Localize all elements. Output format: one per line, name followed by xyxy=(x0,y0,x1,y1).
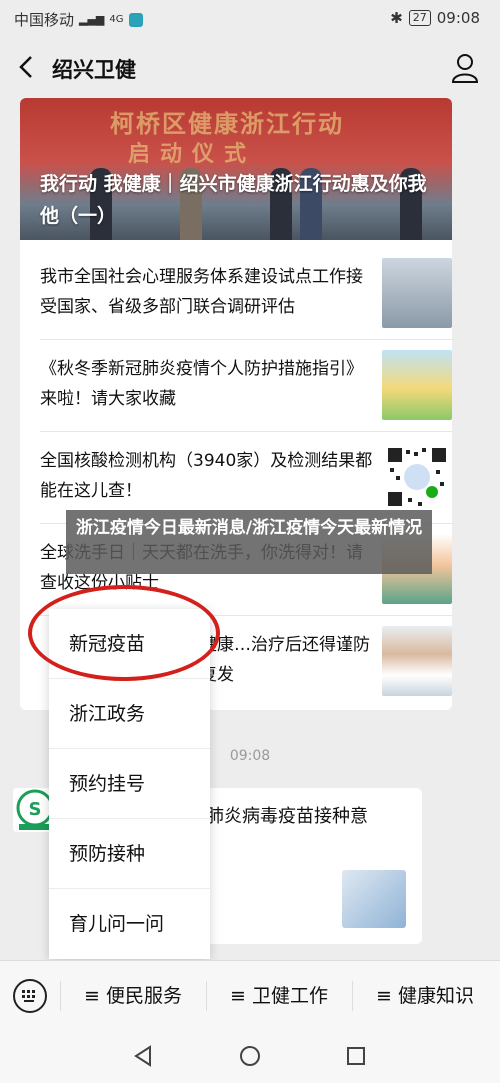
article-title: 我市全国社会心理服务体系建设试点工作接受国家、省级多部门联合调研评估 xyxy=(40,267,363,317)
clock: 09:08 xyxy=(436,9,480,27)
divider xyxy=(60,981,61,1011)
banner-background-text-2: 启动仪式 xyxy=(128,142,257,167)
message-thumbnail xyxy=(342,870,406,928)
article-item[interactable]: 《秋冬季新冠肺炎疫情个人防护措施指引》来啦！请大家收藏 xyxy=(40,340,452,432)
qr-code-icon xyxy=(382,442,452,512)
keyboard-icon[interactable] xyxy=(13,979,47,1013)
menu-tab-citizen-services[interactable]: ≡ 便民服务 xyxy=(84,981,182,1008)
page-title: 绍兴卫健 xyxy=(52,58,136,82)
home-circle-icon[interactable] xyxy=(239,1045,261,1067)
article-banner[interactable]: 柯桥区健康浙江行动 启动仪式 我行动 我健康｜绍兴市健康浙江行动惠及你我他（一） xyxy=(20,98,452,240)
banner-background-text: 柯桥区健康浙江行动 xyxy=(110,110,344,138)
svg-text:S: S xyxy=(29,799,42,820)
divider xyxy=(352,981,353,1011)
network-type: 4G xyxy=(109,14,124,25)
back-triangle-icon[interactable] xyxy=(132,1045,154,1067)
article-item[interactable]: 我市全国社会心理服务体系建设试点工作接受国家、省级多部门联合调研评估 xyxy=(40,248,452,340)
chevron-left-icon[interactable] xyxy=(12,52,42,82)
menu-item-zhejiang-affairs[interactable]: 浙江政务 xyxy=(49,679,210,749)
battery-indicator: 27 xyxy=(408,10,431,26)
user-icon[interactable] xyxy=(450,52,480,84)
status-bar: 中国移动 ▂▄▆ 4G ✱ 27 09:08 xyxy=(0,0,500,38)
divider xyxy=(206,981,207,1011)
menu-tab-health-knowledge[interactable]: ≡ 健康知识 xyxy=(376,981,474,1008)
message-text: 肺炎病毒疫苗接种意 xyxy=(206,806,368,827)
bluetooth-icon: ✱ xyxy=(390,9,403,27)
highlight-circle xyxy=(28,585,220,681)
carrier-label: 中国移动 xyxy=(14,11,75,29)
signal-icon: ▂▄▆ xyxy=(79,13,105,26)
system-navigation-bar xyxy=(0,1030,500,1083)
menu-item-appointment[interactable]: 预约挂号 xyxy=(49,749,210,819)
title-bar: 绍兴卫健 xyxy=(0,38,500,98)
article-thumbnail xyxy=(382,626,452,696)
article-thumbnail xyxy=(382,350,452,420)
menu-item-parenting-qa[interactable]: 育儿问一问 xyxy=(49,889,210,959)
bottom-menu-bar: ≡ 便民服务 ≡ 卫健工作 ≡ 健康知识 xyxy=(0,960,500,1031)
banner-title: 我行动 我健康｜绍兴市健康浙江行动惠及你我他（一） xyxy=(40,173,427,227)
menu-tab-health-work[interactable]: ≡ 卫健工作 xyxy=(230,981,328,1008)
article-thumbnail xyxy=(382,258,452,328)
article-title: 《秋冬季新冠肺炎疫情个人防护措施指引》来啦！请大家收藏 xyxy=(40,359,363,409)
recents-square-icon[interactable] xyxy=(345,1045,367,1067)
article-title: 全国核酸检测机构（3940家）及检测结果都能在这儿查！ xyxy=(40,451,373,501)
message-icon xyxy=(128,12,143,27)
menu-item-vaccination[interactable]: 预防接种 xyxy=(49,819,210,889)
overlay-caption: 浙江疫情今日最新消息/浙江疫情今天最新情况 xyxy=(66,510,432,574)
